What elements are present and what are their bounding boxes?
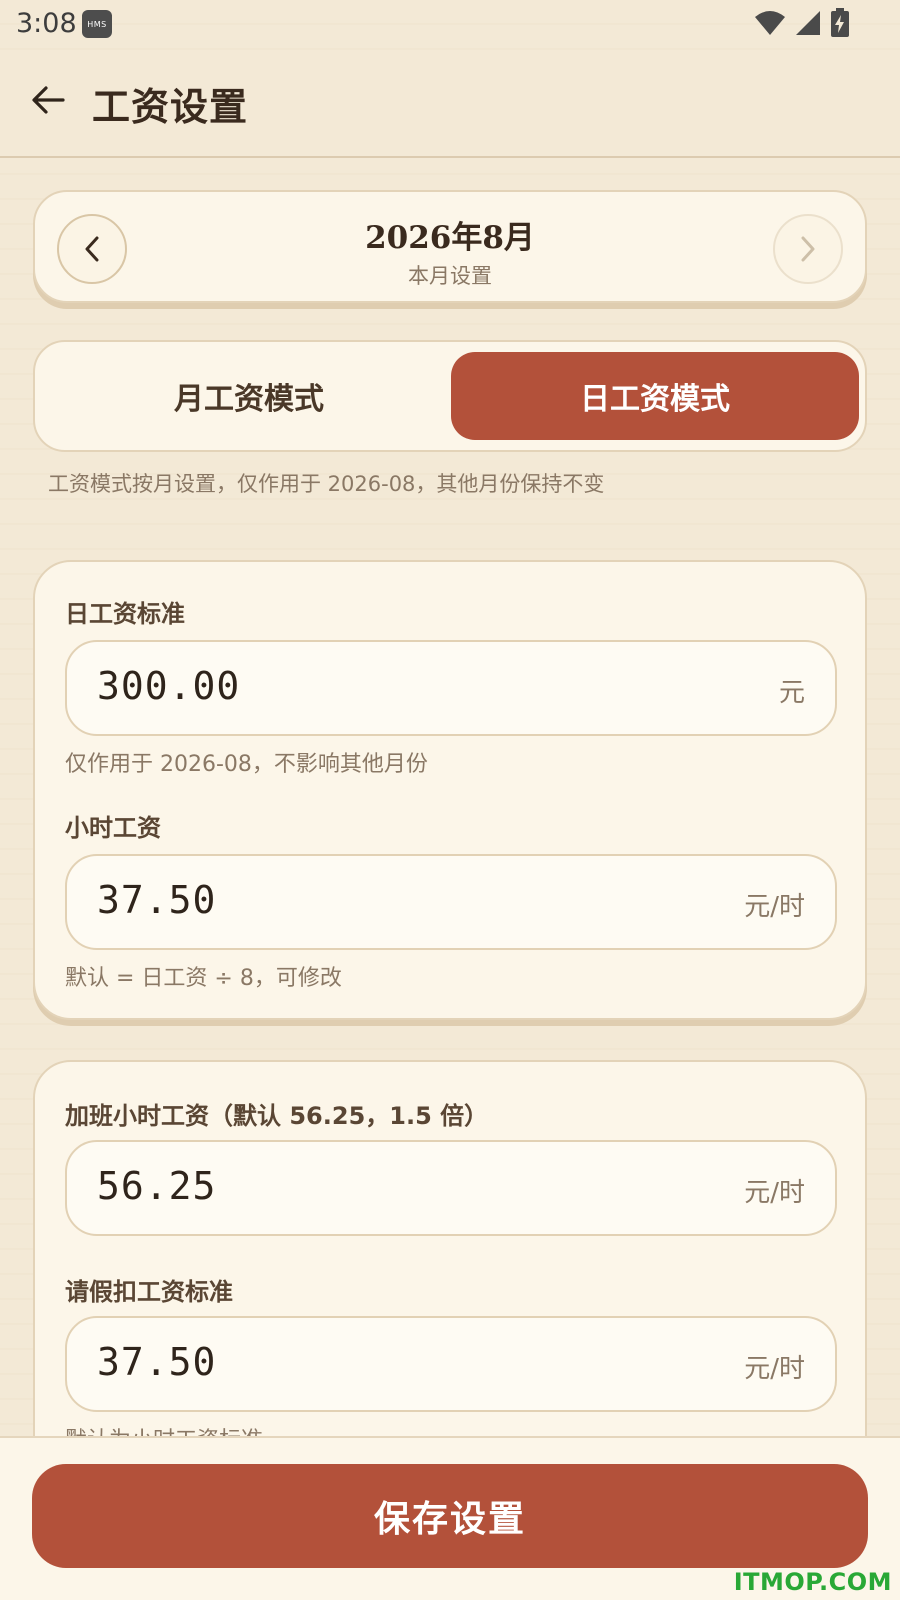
hourly-wage-input[interactable]: 37.50 元/时 <box>65 854 837 950</box>
screen: 3:08 HMS 工资设置 2026年8月 本月设置 月工资模式 日工资模式 工… <box>0 0 900 1600</box>
overtime-wage-input[interactable]: 56.25 元/时 <box>65 1140 837 1236</box>
month-subtitle: 本月设置 <box>408 264 492 288</box>
wifi-icon <box>755 11 785 35</box>
chevron-right-icon <box>801 236 815 262</box>
hourly-wage-label: 小时工资 <box>65 814 161 842</box>
hourly-wage-unit: 元/时 <box>744 892 805 922</box>
overtime-wage-label: 加班小时工资（默认 56.25，1.5 倍） <box>65 1102 489 1130</box>
next-month-button[interactable] <box>773 214 843 284</box>
status-icons <box>754 8 850 38</box>
leave-deduction-label: 请假扣工资标准 <box>65 1278 233 1306</box>
watermark: ITMOP.COM <box>733 1568 892 1596</box>
leave-deduction-input[interactable]: 37.50 元/时 <box>65 1316 837 1412</box>
month-title: 2026年8月 <box>365 220 535 256</box>
app-bar: 工资设置 <box>0 50 900 158</box>
wage-card: 日工资标准 300.00 元 仅作用于 2026-08，不影响其他月份 小时工资… <box>33 560 867 1020</box>
daily-wage-hint: 仅作用于 2026-08，不影响其他月份 <box>65 752 428 777</box>
status-bar: 3:08 HMS <box>0 0 900 50</box>
daily-wage-value: 300.00 <box>97 664 241 708</box>
daily-wage-label: 日工资标准 <box>65 600 185 628</box>
signal-icon <box>796 11 820 35</box>
overtime-wage-unit: 元/时 <box>744 1178 805 1208</box>
save-settings-button[interactable]: 保存设置 <box>32 1464 868 1568</box>
status-time: 3:08 <box>16 8 77 39</box>
battery-charging-icon <box>831 8 849 37</box>
monthly-mode-option[interactable]: 月工资模式 <box>45 352 453 440</box>
back-button[interactable] <box>24 76 72 124</box>
hourly-wage-value: 37.50 <box>97 878 217 922</box>
daily-wage-unit: 元 <box>778 678 805 708</box>
daily-mode-option[interactable]: 日工资模式 <box>451 352 859 440</box>
mode-hint: 工资模式按月设置，仅作用于 2026-08，其他月份保持不变 <box>48 472 605 496</box>
hourly-wage-hint: 默认 = 日工资 ÷ 8，可修改 <box>65 966 342 991</box>
leave-deduction-unit: 元/时 <box>744 1354 805 1384</box>
hms-badge-icon: HMS <box>82 10 112 38</box>
arrow-left-icon <box>32 86 65 114</box>
overtime-wage-value: 56.25 <box>97 1164 217 1208</box>
wage-mode-toggle: 月工资模式 日工资模式 <box>33 340 867 452</box>
page-title: 工资设置 <box>92 85 249 129</box>
daily-wage-input[interactable]: 300.00 元 <box>65 640 837 736</box>
month-selector: 2026年8月 本月设置 <box>33 190 867 303</box>
leave-deduction-value: 37.50 <box>97 1340 217 1384</box>
